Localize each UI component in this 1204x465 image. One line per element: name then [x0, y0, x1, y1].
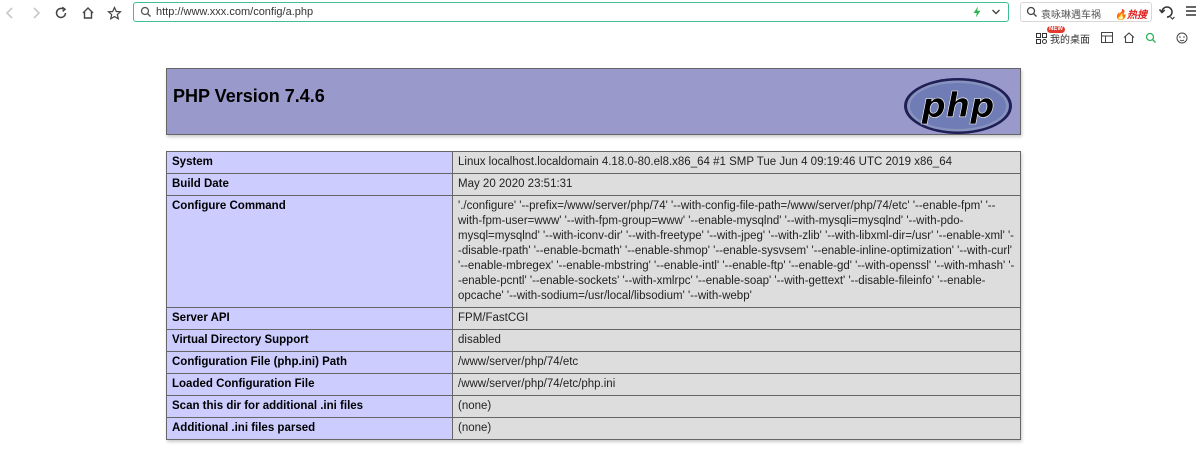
info-key: Scan this dir for additional .ini files [166, 395, 453, 418]
my-desktop-button[interactable]: 我的桌面 [1036, 30, 1090, 46]
my-desktop-label: 我的桌面 [1050, 34, 1090, 46]
php-version-header: PHP Version 7.4.6 php [166, 68, 1021, 135]
info-key: Build Date [166, 173, 453, 196]
info-key: Server API [166, 307, 453, 330]
table-row: System Linux localhost.localdomain 4.18.0… [166, 151, 1021, 174]
browser-toolbar: 袁咏琳遇车祸 🔥热搜 [0, 0, 1204, 26]
info-key: Loaded Configuration File [166, 373, 453, 396]
info-value: /www/server/php/74/etc/php.ini [452, 373, 1021, 396]
info-value: (none) [452, 417, 1021, 440]
forward-button[interactable] [26, 3, 46, 23]
info-key: Virtual Directory Support [166, 329, 453, 352]
hot-search-badge[interactable]: 🔥热搜 [1115, 6, 1147, 21]
forward-arrow-icon [33, 7, 41, 19]
info-value: disabled [452, 329, 1021, 352]
address-bar[interactable] [133, 2, 1009, 22]
home-button[interactable] [78, 3, 98, 23]
phpinfo-page: PHP Version 7.4.6 php System Linux localh… [166, 68, 1021, 440]
home-icon [82, 7, 94, 19]
table-row: Configure Command './configure' '--prefix… [166, 195, 1021, 308]
extensions-icon[interactable] [1176, 32, 1188, 44]
search-box[interactable]: 袁咏琳遇车祸 🔥热搜 [1020, 2, 1152, 22]
search-icon [140, 6, 151, 17]
info-key: Configuration File (php.ini) Path [166, 351, 453, 374]
info-value: /www/server/php/74/etc [452, 351, 1021, 374]
reload-button[interactable] [51, 3, 71, 23]
undo-icon[interactable] [1158, 4, 1176, 20]
info-value: Linux localhost.localdomain 4.18.0-80.el… [452, 151, 1021, 174]
url-input[interactable] [156, 4, 956, 19]
search-icon[interactable] [1145, 32, 1157, 44]
hot-search-label: 热搜 [1127, 10, 1147, 21]
table-row: Additional .ini files parsed (none) [166, 417, 1021, 440]
search-suggestion[interactable]: 袁咏琳遇车祸 [1041, 6, 1101, 21]
table-row: Build Date May 20 2020 23:51:31 [166, 173, 1021, 196]
chevron-down-icon[interactable] [991, 7, 1001, 17]
bookmark-button[interactable] [104, 3, 124, 23]
php-logo[interactable]: php [902, 76, 1014, 136]
table-row: Virtual Directory Support disabled [166, 329, 1021, 352]
php-logo-text: php [921, 86, 995, 126]
reload-icon [55, 6, 67, 19]
table-row: Loaded Configuration File/www/server/php… [166, 373, 1021, 396]
flame-icon: 🔥 [1114, 10, 1127, 21]
info-key: Additional .ini files parsed [166, 417, 453, 440]
info-value: (none) [452, 395, 1021, 418]
table-row: Configuration File (php.ini) Path/www/se… [166, 351, 1021, 374]
info-key: System [166, 151, 453, 174]
info-key: Configure Command [166, 195, 453, 308]
page-title: PHP Version 7.4.6 [173, 86, 325, 106]
secondary-toolbar: NEW 我的桌面 [0, 26, 1204, 48]
back-button[interactable] [0, 3, 20, 23]
back-arrow-icon [5, 7, 13, 19]
star-icon [106, 5, 122, 20]
table-row: Server API FPM/FastCGI [166, 307, 1021, 330]
phpinfo-table: System Linux localhost.localdomain 4.18.0… [166, 151, 1021, 440]
apps-grid-icon [1036, 32, 1047, 44]
info-value: FPM/FastCGI [452, 307, 1021, 330]
home-icon[interactable] [1123, 32, 1135, 43]
info-value: May 20 2020 23:51:31 [452, 173, 1021, 196]
menu-icon[interactable] [1184, 4, 1198, 18]
search-icon [1026, 6, 1037, 17]
sidebar-panel-icon[interactable] [1101, 32, 1113, 43]
lightning-icon[interactable] [972, 6, 982, 18]
table-row: Scan this dir for additional .ini files(… [166, 395, 1021, 418]
info-value: './configure' '--prefix=/www/server/php/… [452, 195, 1021, 308]
